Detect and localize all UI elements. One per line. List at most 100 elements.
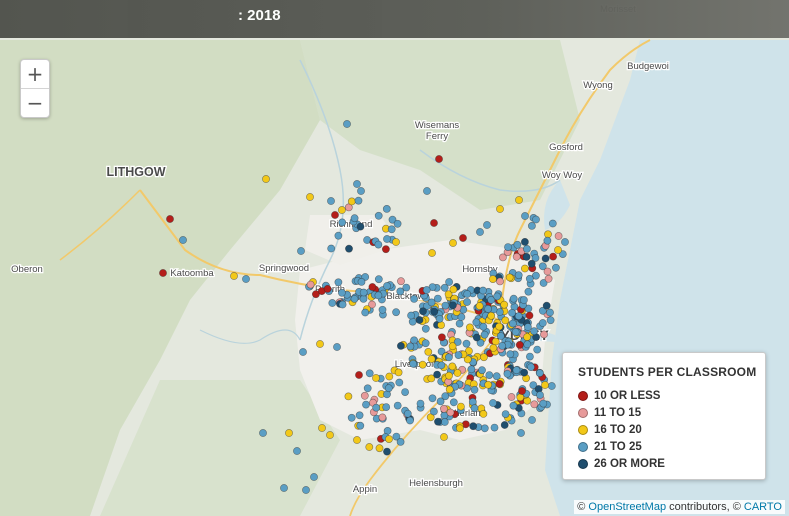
school-marker[interactable] xyxy=(327,244,336,253)
school-marker[interactable] xyxy=(179,236,187,244)
school-marker[interactable] xyxy=(338,300,347,309)
school-marker[interactable] xyxy=(480,424,489,433)
school-marker[interactable] xyxy=(469,422,478,431)
school-marker[interactable] xyxy=(262,175,270,183)
school-marker[interactable] xyxy=(440,433,448,441)
school-marker[interactable] xyxy=(513,240,522,249)
school-marker[interactable] xyxy=(382,204,391,213)
school-marker[interactable] xyxy=(455,319,464,328)
school-marker[interactable] xyxy=(374,211,383,220)
school-marker[interactable] xyxy=(454,351,463,359)
school-marker[interactable] xyxy=(421,339,430,348)
school-marker[interactable] xyxy=(333,343,341,351)
school-marker[interactable] xyxy=(374,240,383,249)
school-marker[interactable] xyxy=(415,316,424,324)
school-marker[interactable] xyxy=(549,252,557,261)
school-marker[interactable] xyxy=(465,323,474,332)
school-marker[interactable] xyxy=(488,275,497,283)
school-marker[interactable] xyxy=(435,155,443,163)
school-marker[interactable] xyxy=(535,369,544,377)
school-marker[interactable] xyxy=(552,263,560,272)
school-marker[interactable] xyxy=(385,435,393,443)
school-marker[interactable] xyxy=(503,369,512,378)
school-marker[interactable] xyxy=(501,316,510,325)
school-marker[interactable] xyxy=(521,237,529,246)
school-marker[interactable] xyxy=(561,238,569,246)
school-marker[interactable] xyxy=(485,371,494,379)
school-marker[interactable] xyxy=(498,341,507,350)
school-marker[interactable] xyxy=(543,236,552,245)
school-marker[interactable] xyxy=(396,437,405,446)
school-marker[interactable] xyxy=(316,340,324,348)
school-marker[interactable] xyxy=(166,215,174,223)
school-marker[interactable] xyxy=(509,294,518,303)
school-marker[interactable] xyxy=(476,228,484,236)
school-marker[interactable] xyxy=(418,360,427,369)
school-marker[interactable] xyxy=(489,399,497,407)
school-marker[interactable] xyxy=(421,324,430,333)
school-marker[interactable] xyxy=(444,353,453,362)
school-marker[interactable] xyxy=(539,399,548,408)
school-marker[interactable] xyxy=(347,413,356,422)
school-marker[interactable] xyxy=(378,305,387,314)
school-marker[interactable] xyxy=(302,486,310,494)
school-marker[interactable] xyxy=(363,384,372,393)
school-marker[interactable] xyxy=(434,417,442,426)
school-marker[interactable] xyxy=(280,484,288,492)
school-marker[interactable] xyxy=(436,397,445,406)
school-marker[interactable] xyxy=(375,444,384,453)
school-marker[interactable] xyxy=(357,277,366,286)
school-marker[interactable] xyxy=(544,274,553,283)
school-marker[interactable] xyxy=(508,319,517,328)
school-marker[interactable] xyxy=(357,187,365,195)
school-marker[interactable] xyxy=(521,264,529,273)
school-marker[interactable] xyxy=(548,219,557,228)
school-marker[interactable] xyxy=(479,322,488,331)
school-marker[interactable] xyxy=(533,345,542,354)
school-marker[interactable] xyxy=(532,215,540,224)
school-marker[interactable] xyxy=(347,197,356,206)
school-marker[interactable] xyxy=(385,372,394,381)
school-marker[interactable] xyxy=(393,401,402,410)
school-marker[interactable] xyxy=(419,307,427,316)
school-marker[interactable] xyxy=(323,284,332,293)
school-marker[interactable] xyxy=(285,429,293,437)
school-marker[interactable] xyxy=(478,366,486,375)
school-marker[interactable] xyxy=(498,253,507,262)
school-marker[interactable] xyxy=(508,308,516,317)
school-marker[interactable] xyxy=(356,222,365,231)
school-marker[interactable] xyxy=(409,359,417,368)
school-marker[interactable] xyxy=(441,301,450,310)
school-marker[interactable] xyxy=(544,230,552,239)
school-marker[interactable] xyxy=(372,403,381,412)
school-marker[interactable] xyxy=(334,278,343,287)
school-marker[interactable] xyxy=(459,234,467,242)
school-marker[interactable] xyxy=(520,296,528,304)
school-marker[interactable] xyxy=(523,244,531,253)
school-marker[interactable] xyxy=(495,322,504,331)
school-marker[interactable] xyxy=(455,424,464,433)
school-marker[interactable] xyxy=(496,205,504,213)
school-marker[interactable] xyxy=(428,394,437,403)
school-marker[interactable] xyxy=(490,423,499,432)
school-marker[interactable] xyxy=(230,272,238,280)
school-marker[interactable] xyxy=(528,221,536,230)
school-marker[interactable] xyxy=(493,292,501,301)
school-marker[interactable] xyxy=(428,249,436,257)
school-marker[interactable] xyxy=(407,311,415,320)
school-marker[interactable] xyxy=(505,273,514,282)
school-marker[interactable] xyxy=(365,369,374,378)
school-marker[interactable] xyxy=(479,409,488,418)
school-marker[interactable] xyxy=(440,418,449,426)
school-marker[interactable] xyxy=(501,410,510,418)
school-marker[interactable] xyxy=(429,407,438,416)
school-marker[interactable] xyxy=(299,348,307,356)
school-marker[interactable] xyxy=(517,429,525,437)
school-marker[interactable] xyxy=(406,416,414,425)
school-marker[interactable] xyxy=(365,443,374,451)
school-marker[interactable] xyxy=(528,416,536,424)
school-marker[interactable] xyxy=(410,294,418,303)
school-marker[interactable] xyxy=(394,368,403,377)
school-marker[interactable] xyxy=(439,404,448,413)
school-marker[interactable] xyxy=(470,385,479,394)
